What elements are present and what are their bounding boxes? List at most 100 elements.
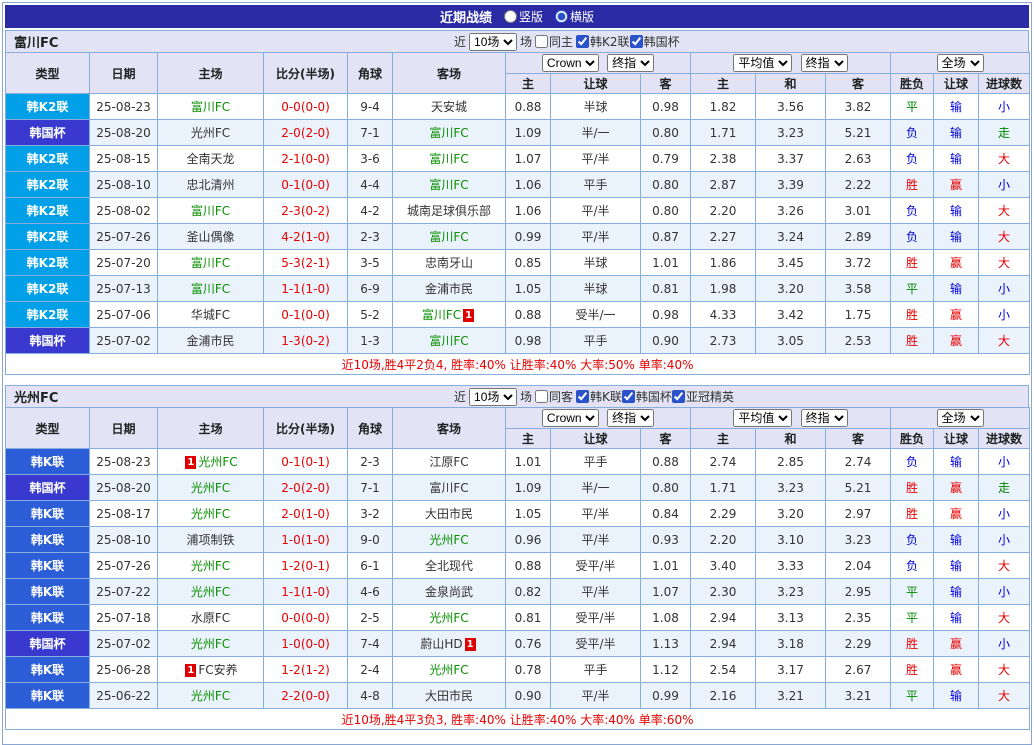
asian-handicap-cell: 受平/半 — [551, 553, 641, 579]
league-cell: 韩K联 — [6, 657, 90, 683]
euro-home-odds-cell: 1.98 — [691, 276, 756, 302]
handicap-result-cell: 输 — [934, 683, 979, 709]
euro-away-odds-cell: 3.01 — [826, 198, 891, 224]
asian-handicap-cell: 受平/半 — [551, 605, 641, 631]
league-filter-toggle[interactable]: 韩K联 — [576, 388, 622, 405]
goals-result-cell: 小 — [979, 172, 1030, 198]
asian-handicap-cell: 半球 — [551, 94, 641, 120]
matches-suffix-label: 场 — [520, 33, 532, 50]
score-cell: 0-1(0-0) — [264, 172, 348, 198]
topbar: 近期战绩 竖版 横版 — [5, 5, 1029, 28]
horizontal-radio[interactable] — [555, 10, 568, 23]
match-row: 韩国杯25-08-20光州FC2-0(2-0)7-1富川FC1.09半/一0.8… — [6, 120, 1030, 146]
away-team-cell: 天安城 — [393, 94, 506, 120]
outcome-result-cell: 胜 — [891, 657, 934, 683]
outcome-result-cell: 平 — [891, 579, 934, 605]
match-row: 韩K2联25-07-20富川FC5-3(2-1)3-5忠南牙山0.85半球1.0… — [6, 250, 1030, 276]
league-cell: 韩K2联 — [6, 250, 90, 276]
league-filter-checkbox[interactable] — [672, 390, 685, 403]
league-filter-checkbox[interactable] — [576, 35, 589, 48]
away-team-cell: 大田市民 — [393, 501, 506, 527]
away-team-cell: 富川FC — [393, 328, 506, 354]
match-row: 韩K联25-08-231光州FC0-1(0-1)2-3江原FC1.01平手0.8… — [6, 449, 1030, 475]
asian-away-odds-cell: 0.81 — [641, 276, 691, 302]
col-euro-draw: 和 — [756, 429, 826, 449]
corner-cell: 6-9 — [348, 276, 393, 302]
euro-away-odds-cell: 2.95 — [826, 579, 891, 605]
date-cell: 25-07-13 — [90, 276, 158, 302]
corner-cell: 9-0 — [348, 527, 393, 553]
home-team-name: 光州FC — [191, 689, 230, 703]
euro-home-odds-cell: 2.29 — [691, 501, 756, 527]
col-away: 客场 — [393, 408, 506, 449]
same-venue-toggle[interactable]: 同客 — [535, 388, 573, 405]
outcome-result-cell: 胜 — [891, 250, 934, 276]
goals-result-cell: 小 — [979, 501, 1030, 527]
handicap-result-cell: 赢 — [934, 501, 979, 527]
league-filter-checkbox[interactable] — [622, 390, 635, 403]
score-cell: 2-0(1-0) — [264, 501, 348, 527]
league-cell: 韩K2联 — [6, 302, 90, 328]
asian-home-odds-cell: 1.09 — [506, 120, 551, 146]
same-venue-checkbox[interactable] — [535, 390, 548, 403]
home-team-name: 光州FC — [191, 507, 230, 521]
league-filter-checkbox[interactable] — [576, 390, 589, 403]
euro-draw-odds-cell: 3.37 — [756, 146, 826, 172]
score-cell: 1-1(1-0) — [264, 276, 348, 302]
euro-away-odds-cell: 3.58 — [826, 276, 891, 302]
away-team-cell: 光州FC — [393, 527, 506, 553]
scope-select[interactable]: 全场 — [937, 54, 984, 72]
league-filter-toggle[interactable]: 韩K2联 — [576, 33, 630, 50]
league-filter-toggle[interactable]: 亚冠精英 — [672, 388, 734, 405]
final-odds-select[interactable]: 终指 — [801, 54, 848, 72]
final-odds-select[interactable]: 终指 — [801, 409, 848, 427]
bookmaker-select[interactable]: Crown — [542, 409, 599, 427]
match-row: 韩国杯25-08-20光州FC2-0(2-0)7-1富川FC1.09半/一0.8… — [6, 475, 1030, 501]
away-team-name: 大田市民 — [425, 507, 473, 521]
col-result-outcome: 胜负 — [891, 74, 934, 94]
same-venue-checkbox[interactable] — [535, 35, 548, 48]
away-team-name: 忠南牙山 — [425, 256, 473, 270]
away-team-cell: 江原FC — [393, 449, 506, 475]
goals-result-cell: 大 — [979, 146, 1030, 172]
col-away: 客场 — [393, 53, 506, 94]
outcome-result-cell: 胜 — [891, 475, 934, 501]
team-name: 光州FC — [6, 387, 454, 406]
average-select[interactable]: 平均值 — [733, 409, 792, 427]
col-asian-handicap: 让球 — [551, 74, 641, 94]
asian-home-odds-cell: 0.96 — [506, 527, 551, 553]
match-count-select[interactable]: 10场 — [469, 33, 517, 51]
away-team-name: 金浦市民 — [425, 282, 473, 296]
home-team-name: 华城FC — [191, 308, 230, 322]
handicap-result-cell: 输 — [934, 120, 979, 146]
league-filter-toggle[interactable]: 韩国杯 — [630, 33, 680, 50]
handicap-result-cell: 赢 — [934, 172, 979, 198]
league-filter-checkbox[interactable] — [630, 35, 643, 48]
bucheon-fc-section: 富川FC 近 10场 场 同主 韩K2联韩国杯 类型 — [5, 30, 1029, 375]
asian-home-odds-cell: 0.82 — [506, 579, 551, 605]
corner-cell: 2-5 — [348, 605, 393, 631]
final-odds-select[interactable]: 终指 — [607, 54, 654, 72]
match-row: 韩K2联25-08-02富川FC2-3(0-2)4-2城南足球俱乐部1.06平/… — [6, 198, 1030, 224]
vertical-radio[interactable] — [504, 10, 517, 23]
home-team-name: FC安养 — [198, 663, 237, 677]
average-select[interactable]: 平均值 — [733, 54, 792, 72]
league-filter-toggle[interactable]: 韩国杯 — [622, 388, 672, 405]
col-date: 日期 — [90, 408, 158, 449]
matches-table: 类型 日期 主场 比分(半场) 角球 客场 Crown 终指 平均值 终指 — [5, 407, 1030, 730]
asian-handicap-cell: 受半/一 — [551, 302, 641, 328]
outcome-result-cell: 胜 — [891, 302, 934, 328]
bookmaker-select[interactable]: Crown — [542, 54, 599, 72]
goals-result-cell: 大 — [979, 250, 1030, 276]
col-score: 比分(半场) — [264, 408, 348, 449]
scope-select[interactable]: 全场 — [937, 409, 984, 427]
final-odds-select[interactable]: 终指 — [607, 409, 654, 427]
same-venue-toggle[interactable]: 同主 — [535, 33, 573, 50]
euro-home-odds-cell: 4.33 — [691, 302, 756, 328]
match-count-select[interactable]: 10场 — [469, 388, 517, 406]
view-option-horizontal[interactable]: 横版 — [555, 8, 594, 25]
col-asian-home: 主 — [506, 429, 551, 449]
view-option-vertical[interactable]: 竖版 — [504, 8, 543, 25]
filter-controls: 近 10场 场 同主 韩K2联韩国杯 — [454, 33, 680, 51]
asian-handicap-cell: 受平/半 — [551, 631, 641, 657]
